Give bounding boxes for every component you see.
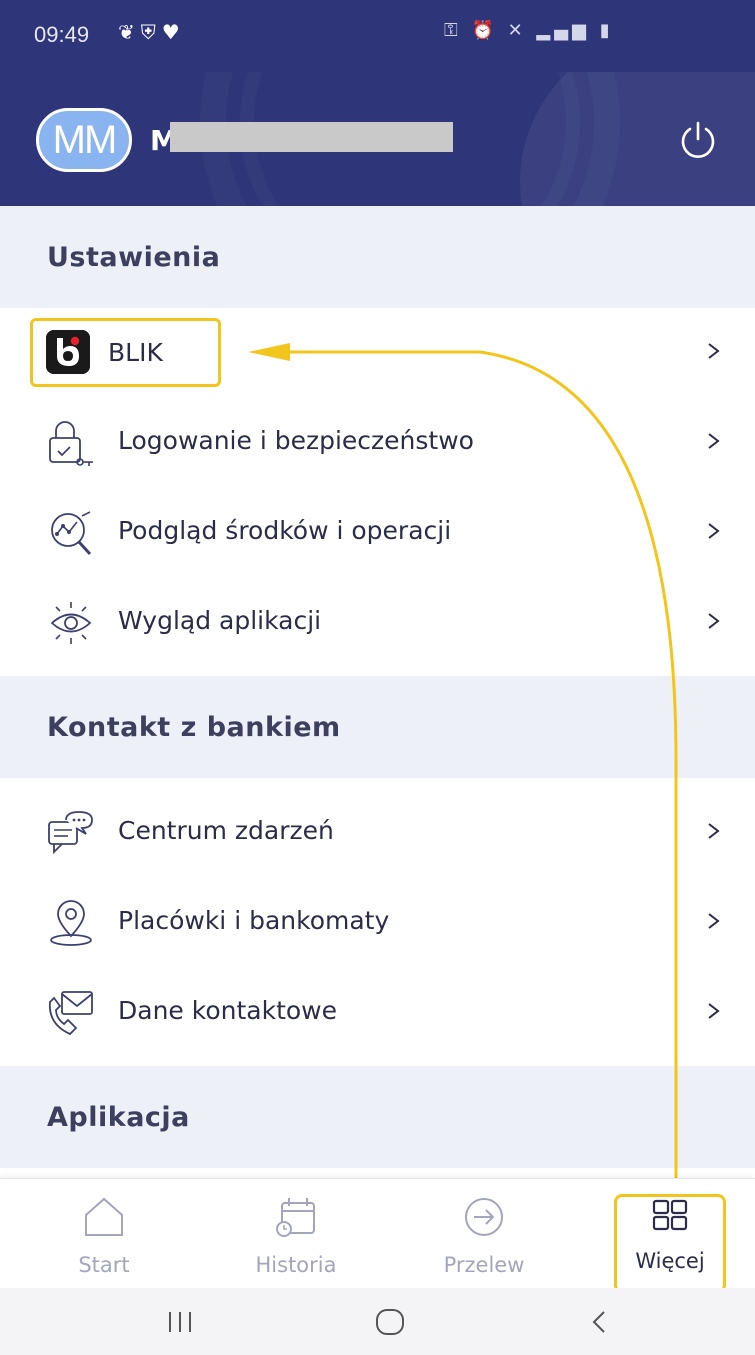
nav-historia[interactable]: Historia <box>226 1179 366 1289</box>
menu-item-podglad[interactable]: Podgląd środków i operacji <box>0 488 755 578</box>
leaf-notification-icon: ❦ <box>118 20 141 44</box>
section-kontakt: Kontakt z bankiem <box>0 676 755 778</box>
menu-item-label: Podgląd środków i operacji <box>118 516 452 545</box>
menu-item-wyglad[interactable]: Wygląd aplikacji <box>0 578 755 668</box>
location-pin-icon <box>50 900 92 946</box>
battery-icon: ▮ <box>599 20 614 41</box>
nav-przelew[interactable]: Przelew <box>414 1179 554 1289</box>
back-icon[interactable] <box>580 1302 620 1342</box>
chevron-right-icon <box>708 343 720 359</box>
section-title: Kontakt z bankiem <box>47 712 341 743</box>
chevron-right-icon <box>708 1003 720 1019</box>
status-bar: 09:49 ❦⛨♥ ⚿ ⏰ ✕ ▂▄▆ ▮ <box>0 0 755 72</box>
menu-item-placowki[interactable]: Placówki i bankomaty <box>0 878 755 968</box>
chevron-right-icon <box>708 823 720 839</box>
menu-item-dane-kontaktowe[interactable]: Dane kontaktowe <box>0 968 755 1058</box>
shield-notification-icon: ⛨ <box>140 20 162 44</box>
nav-label: Start <box>78 1253 130 1277</box>
magnifier-chart-icon <box>51 511 92 556</box>
avatar[interactable]: MM <box>36 108 132 172</box>
menu-item-logowanie[interactable]: Logowanie i bezpieczeństwo <box>0 398 755 488</box>
arrow-circle-icon <box>465 1198 503 1236</box>
header-decoration <box>520 72 755 206</box>
notification-icons: ❦⛨♥ <box>118 20 186 44</box>
blik-highlight-frame <box>30 318 221 387</box>
menu-item-centrum-zdarzen[interactable]: Centrum zdarzeń <box>0 788 755 878</box>
lock-key-icon <box>49 421 93 466</box>
nav-start[interactable]: Start <box>34 1179 174 1289</box>
wiecej-highlight-frame <box>614 1194 726 1293</box>
menu-item-label: Centrum zdarzeń <box>118 816 334 845</box>
home-icon <box>85 1197 123 1236</box>
status-time: 09:49 <box>34 22 90 47</box>
system-status-icons: ⚿ ⏰ ✕ ▂▄▆ ▮ <box>444 20 614 41</box>
recent-apps-icon[interactable] <box>160 1302 200 1342</box>
section-ustawienia: Ustawienia <box>0 206 755 308</box>
chevron-right-icon <box>708 433 720 449</box>
nav-label: Historia <box>255 1253 337 1277</box>
menu-item-label: Logowanie i bezpieczeństwo <box>118 426 474 455</box>
chevron-right-icon <box>708 523 720 539</box>
user-header: MM M N <box>0 72 755 206</box>
chevron-right-icon <box>708 913 720 929</box>
home-button-icon[interactable] <box>370 1302 410 1342</box>
signal-icon: ▂▄▆ <box>536 20 590 41</box>
vpn-key-icon: ⚿ <box>444 20 462 41</box>
alarm-icon: ⏰ <box>471 20 498 41</box>
section-aplikacja: Aplikacja <box>0 1066 755 1168</box>
power-icon[interactable] <box>678 120 718 160</box>
menu-item-label: Dane kontaktowe <box>118 996 337 1025</box>
chevron-right-icon <box>708 613 720 629</box>
system-navigation-bar <box>0 1288 755 1355</box>
name-redaction <box>170 122 453 152</box>
eye-icon <box>50 602 92 644</box>
heart-notification-icon: ♥ <box>161 20 186 44</box>
phone-envelope-icon <box>48 991 93 1036</box>
menu-item-label: Placówki i bankomaty <box>118 906 390 935</box>
chat-bubbles-icon <box>48 811 93 855</box>
calendar-history-icon <box>276 1198 315 1237</box>
nav-label: Przelew <box>443 1253 525 1277</box>
menu-item-label: Wygląd aplikacji <box>118 606 322 635</box>
section-title: Aplikacja <box>47 1102 190 1133</box>
section-title: Ustawienia <box>47 242 221 273</box>
mute-icon: ✕ <box>507 20 527 41</box>
